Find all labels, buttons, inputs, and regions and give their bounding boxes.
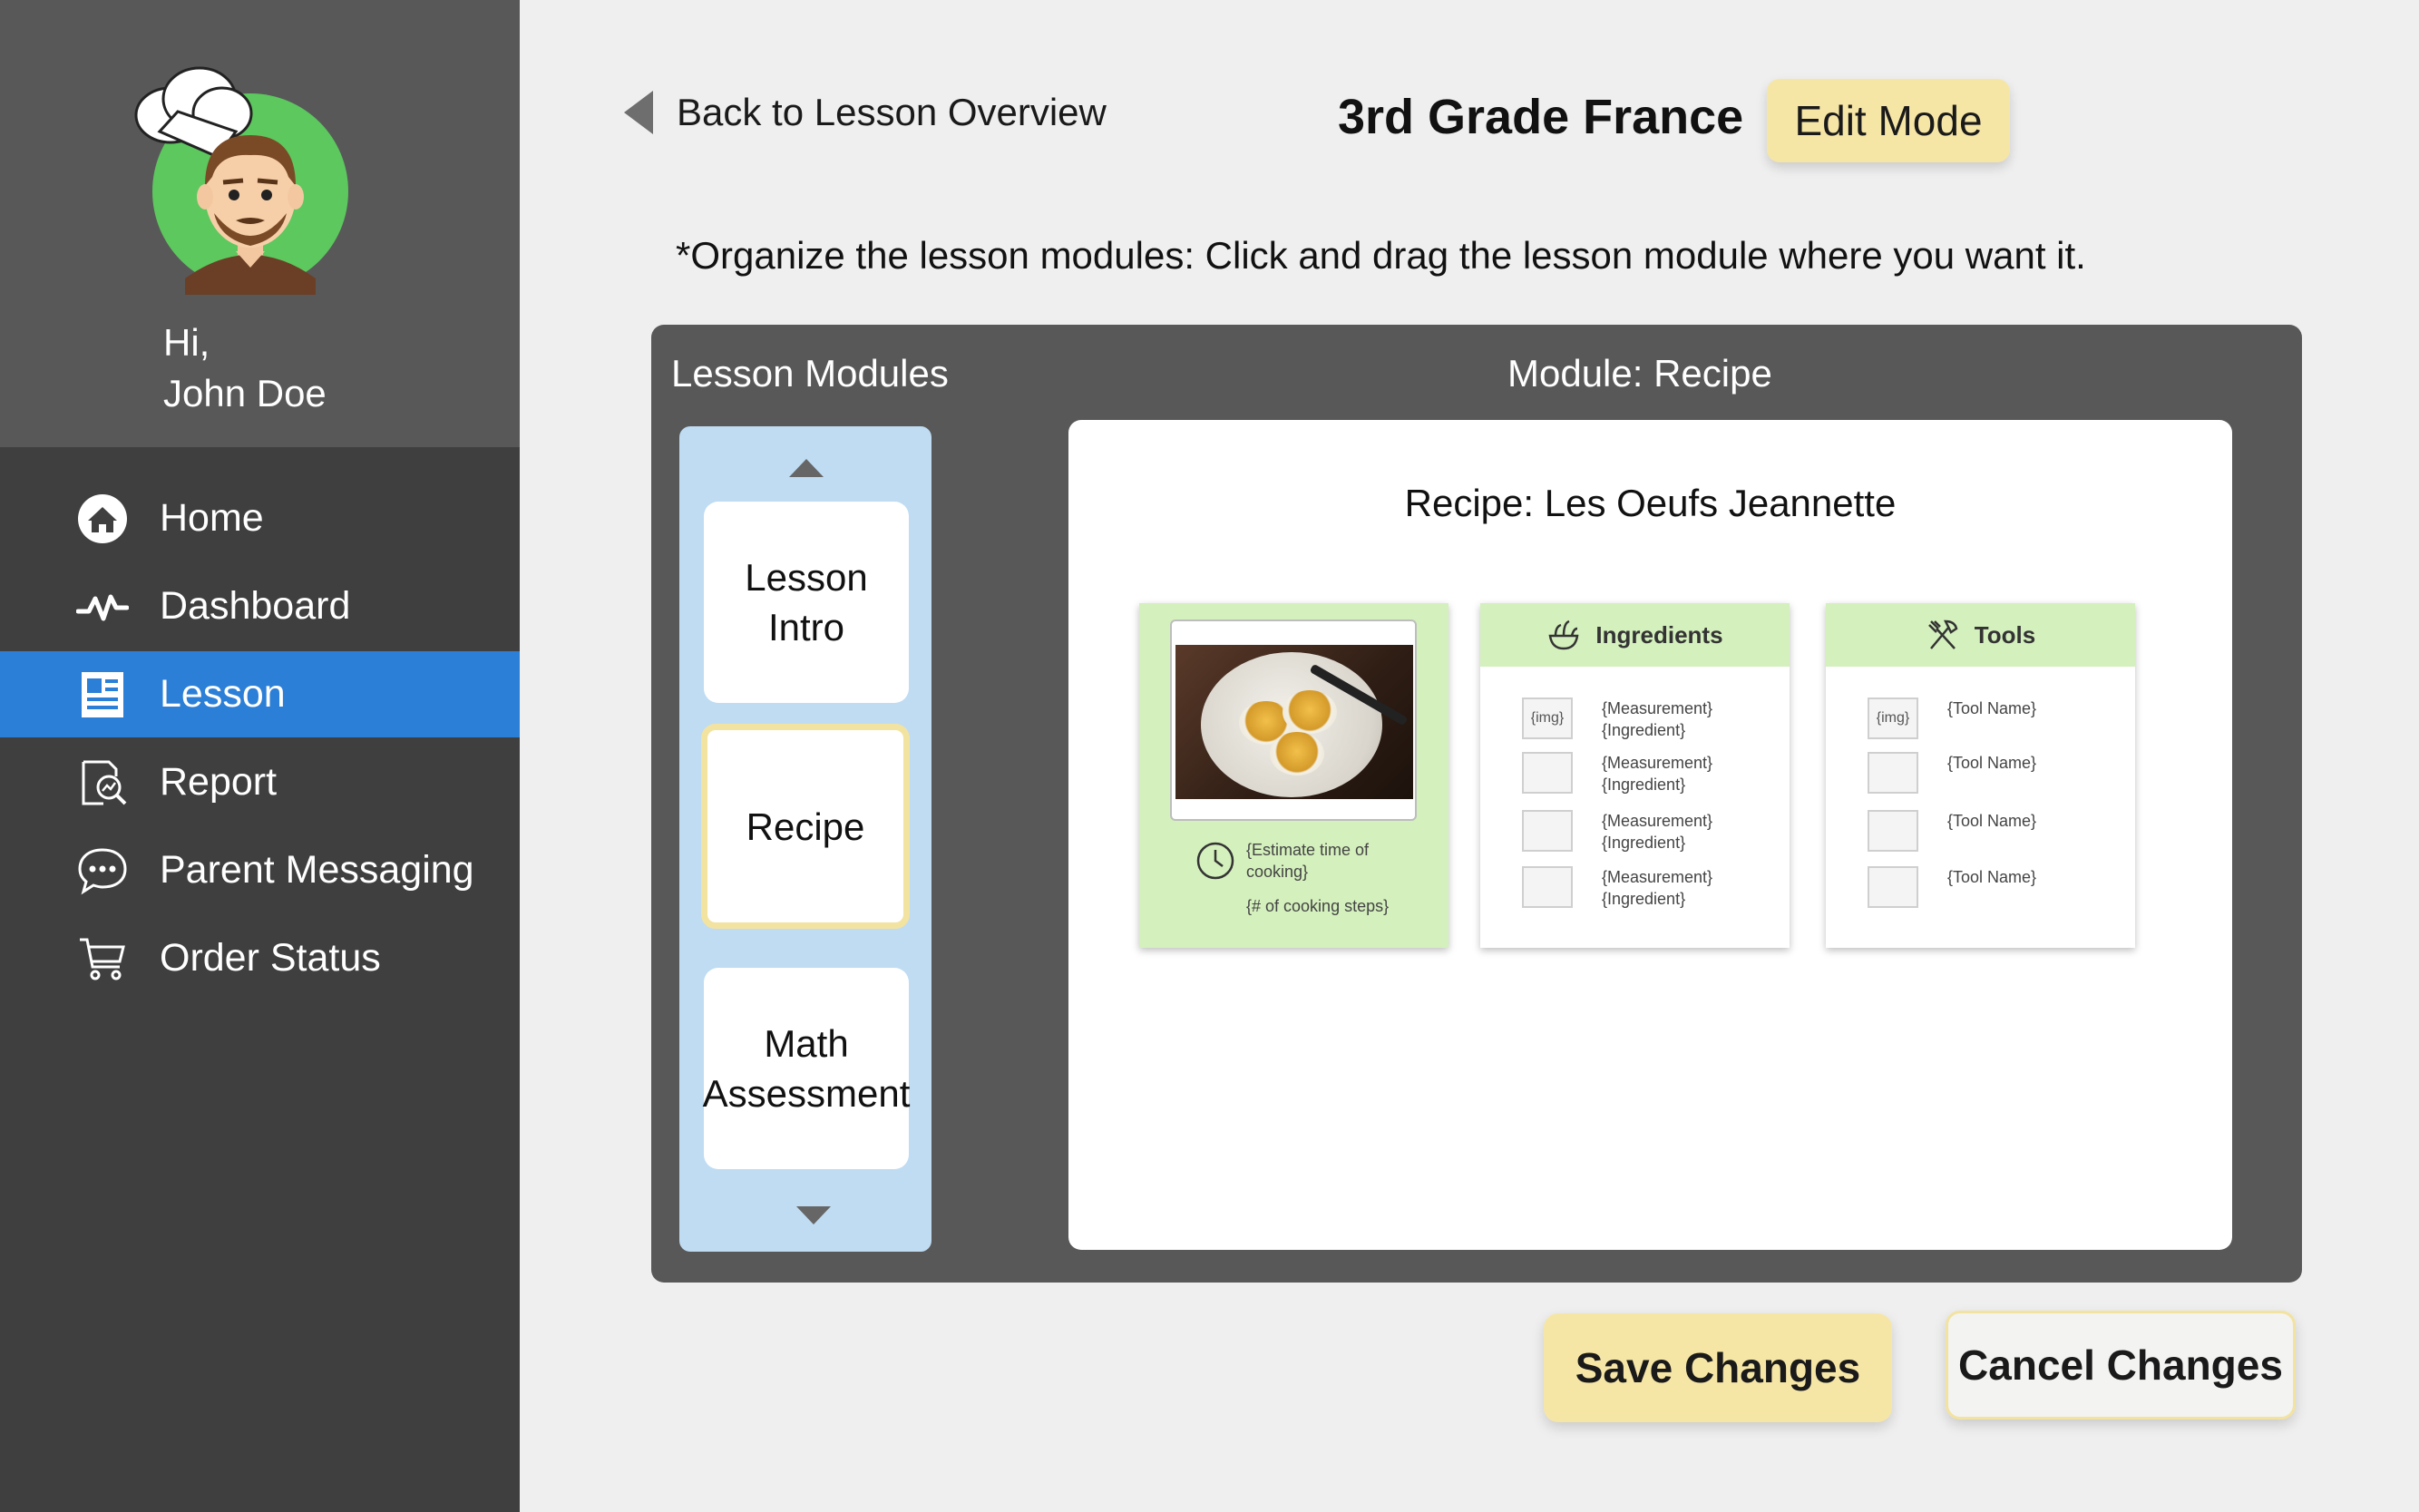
nav-item-order-status[interactable]: Order Status (0, 915, 520, 1001)
recipe-title: Recipe: Les Oeufs Jeannette (1404, 482, 1897, 524)
ingredient-measurement: {Measurement} (1602, 868, 1713, 886)
ingredient-text: {Measurement} {Ingredient} (1602, 866, 1712, 910)
tool-name: {Tool Name} (1947, 812, 2037, 830)
tools-card[interactable]: Tools {img} {Tool Name} {Tool Name} {Too… (1826, 603, 2135, 948)
ingredient-row: {Measurement} {Ingredient} (1522, 752, 1794, 797)
tool-row: {img} {Tool Name} (1868, 697, 2140, 743)
ingredients-header: Ingredients (1480, 603, 1790, 667)
ingredients-heading: Ingredients (1595, 620, 1723, 649)
egg-shape (1283, 690, 1337, 734)
ingredient-row: {Measurement} {Ingredient} (1522, 866, 1794, 912)
clock-icon (1196, 842, 1234, 880)
cook-time-placeholder: {Estimate time of cooking} (1246, 839, 1369, 883)
ingredient-name: {Ingredient} (1602, 776, 1686, 794)
tool-name: {Tool Name} (1947, 868, 2037, 886)
recipe-photo-frame (1170, 619, 1417, 821)
document-icon (76, 668, 129, 721)
back-to-overview-link[interactable]: Back to Lesson Overview (624, 91, 1107, 134)
cook-time-line2: cooking} (1246, 863, 1309, 881)
module-list: Lesson Intro Recipe Math Assessment (679, 426, 932, 1252)
nav-item-home[interactable]: Home (0, 475, 520, 561)
module-card-label-line2: Intro (767, 606, 845, 649)
egg-shape (1270, 732, 1324, 776)
edit-mode-badge: Edit Mode (1767, 79, 2010, 162)
scroll-up-icon[interactable] (789, 459, 824, 477)
module-card-label: Recipe (746, 805, 865, 848)
nav-label-home: Home (160, 496, 264, 540)
back-label: Back to Lesson Overview (677, 91, 1107, 133)
greeting-hi: Hi, (163, 321, 210, 364)
lesson-modules-heading: Lesson Modules (671, 352, 949, 395)
back-arrow-icon (624, 91, 653, 134)
pulse-icon (76, 580, 129, 633)
sidebar: Hi, John Doe Home Dashboard Lesson Repor… (0, 0, 520, 1512)
ingredient-measurement: {Measurement} (1602, 812, 1713, 830)
ingredient-img-placeholder (1522, 752, 1573, 794)
module-card-label-line1: Lesson (745, 556, 868, 599)
utensils-icon (1927, 619, 1958, 649)
ingredient-text: {Measurement} {Ingredient} (1602, 697, 1712, 741)
profile-section: Hi, John Doe (0, 0, 520, 447)
tool-name: {Tool Name} (1947, 754, 2037, 772)
nav-item-lesson[interactable]: Lesson (0, 651, 520, 737)
user-greeting: Hi, John Doe (163, 317, 327, 419)
tool-img-placeholder (1868, 810, 1918, 852)
cart-icon (76, 932, 129, 985)
tool-row: {Tool Name} (1868, 866, 2140, 912)
scroll-down-icon[interactable] (796, 1206, 831, 1224)
tool-row: {Tool Name} (1868, 810, 2140, 855)
nav-item-dashboard[interactable]: Dashboard (0, 563, 520, 649)
cancel-changes-button[interactable]: Cancel Changes (1946, 1311, 2296, 1419)
main-nav: Home Dashboard Lesson Report Parent Mess… (0, 475, 520, 1003)
page-title: 3rd Grade France (1338, 90, 1744, 144)
module-card-lesson-intro[interactable]: Lesson Intro (704, 502, 909, 703)
deviled-eggs-photo (1175, 645, 1413, 799)
ingredient-name: {Ingredient} (1602, 890, 1686, 908)
ingredients-card[interactable]: Ingredients {img} {Measurement} {Ingredi… (1480, 603, 1790, 948)
ingredient-measurement: {Measurement} (1602, 754, 1713, 772)
chef-avatar (134, 66, 348, 295)
ingredient-name: {Ingredient} (1602, 721, 1686, 739)
instruction-text: *Organize the lesson modules: Click and … (676, 234, 2086, 277)
ingredient-text: {Measurement} {Ingredient} (1602, 752, 1712, 795)
ingredient-img-placeholder (1522, 866, 1573, 908)
nav-label-order-status: Order Status (160, 936, 381, 980)
cook-time-line1: {Estimate time of (1246, 841, 1370, 859)
user-name: John Doe (163, 372, 327, 415)
tools-header: Tools (1826, 603, 2135, 667)
module-card-recipe[interactable]: Recipe (701, 724, 910, 929)
lesson-editor-panel: Lesson Modules Module: Recipe Lesson Int… (651, 325, 2302, 1283)
ingredient-row: {img} {Measurement} {Ingredient} (1522, 697, 1794, 743)
nav-label-lesson: Lesson (160, 672, 286, 716)
nav-label-dashboard: Dashboard (160, 584, 351, 628)
module-heading: Module: Recipe (1507, 352, 1772, 395)
module-card-label-line1: Math (764, 1022, 849, 1065)
save-changes-button[interactable]: Save Changes (1544, 1313, 1892, 1422)
recipe-photo-card[interactable]: {Estimate time of cooking} {# of cooking… (1139, 603, 1448, 948)
nav-label-report: Report (160, 760, 278, 804)
tools-heading: Tools (1974, 620, 2036, 649)
ingredient-name: {Ingredient} (1602, 834, 1686, 852)
tool-img-placeholder (1868, 752, 1918, 794)
ingredient-img-placeholder: {img} (1522, 697, 1573, 739)
nav-item-parent-messaging[interactable]: Parent Messaging (0, 827, 520, 913)
salad-bowl-icon (1548, 619, 1579, 650)
tool-img-placeholder (1868, 866, 1918, 908)
module-card-math-assessment[interactable]: Math Assessment (702, 968, 911, 1169)
tool-name: {Tool Name} (1947, 699, 2037, 717)
tool-img-placeholder: {img} (1868, 697, 1918, 739)
cooking-steps-placeholder: {# of cooking steps} (1246, 897, 1390, 915)
ingredient-img-placeholder (1522, 810, 1573, 852)
report-search-icon (76, 756, 129, 809)
nav-label-parent-messaging: Parent Messaging (160, 848, 474, 892)
tool-row: {Tool Name} (1868, 752, 2140, 797)
ingredient-row: {Measurement} {Ingredient} (1522, 810, 1794, 855)
module-content: Recipe: Les Oeufs Jeannette {Estimate ti… (1068, 420, 2232, 1250)
home-icon (76, 493, 129, 545)
module-card-label-line2: Assessment (702, 1072, 911, 1115)
ingredient-text: {Measurement} {Ingredient} (1602, 810, 1712, 854)
ingredient-measurement: {Measurement} (1602, 699, 1713, 717)
nav-item-report[interactable]: Report (0, 739, 520, 825)
chat-bubble-icon (76, 844, 129, 897)
